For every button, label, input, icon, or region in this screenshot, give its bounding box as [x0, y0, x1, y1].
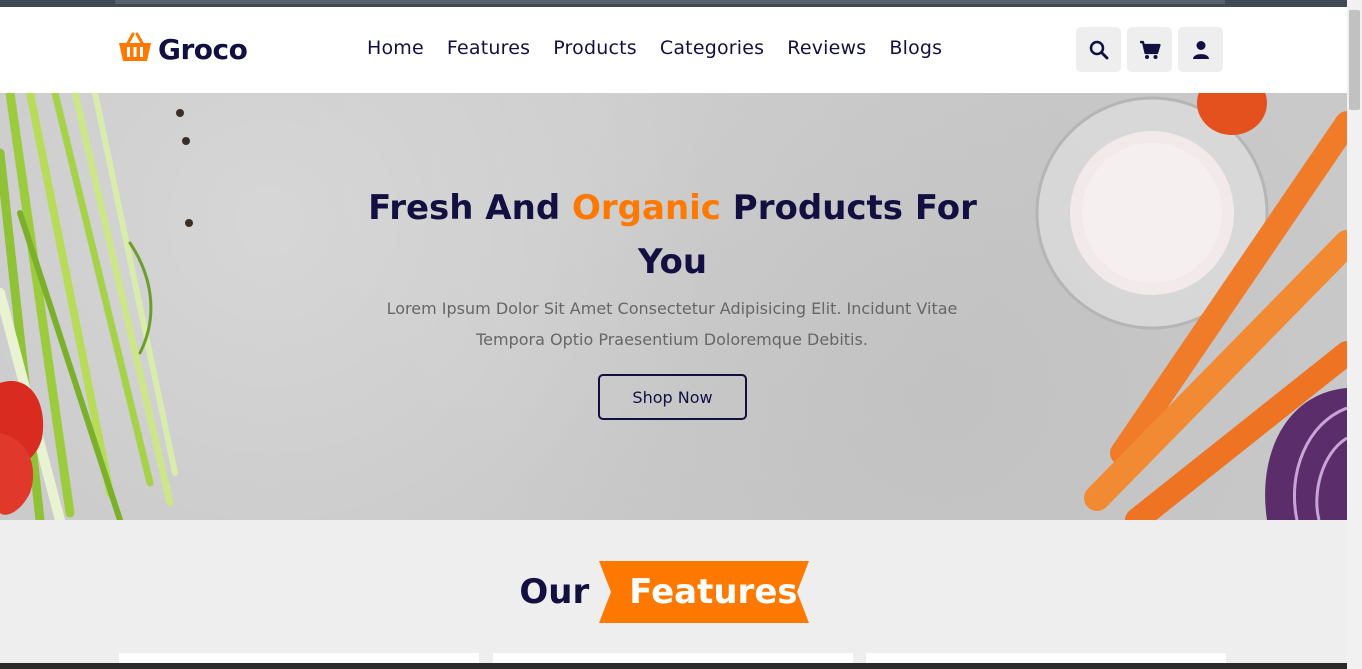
green-onion-image — [0, 93, 193, 520]
basket-icon — [118, 31, 152, 67]
nav-categories[interactable]: Categories — [660, 37, 764, 59]
header-icons — [1076, 27, 1223, 72]
cart-button[interactable] — [1127, 27, 1172, 72]
shop-now-button[interactable]: Shop Now — [598, 374, 747, 420]
nav-reviews[interactable]: Reviews — [787, 37, 866, 59]
search-icon — [1089, 40, 1108, 59]
brand-name: Groco — [158, 32, 248, 66]
hero-subtitle: Lorem Ipsum Dolor Sit Amet Consectetur A… — [386, 299, 958, 349]
cart-icon — [1139, 40, 1161, 59]
features-ribbon: Features — [599, 561, 827, 623]
search-button[interactable] — [1076, 27, 1121, 72]
logo[interactable]: Groco — [118, 29, 248, 69]
site-header: Groco Home Features Products Categories … — [0, 7, 1347, 93]
browser-top-strip — [0, 0, 1362, 7]
page-scrollbar[interactable] — [1347, 0, 1362, 669]
taskbar-strip — [0, 663, 1347, 669]
features-heading-plain: Our — [519, 572, 590, 612]
user-button[interactable] — [1178, 27, 1223, 72]
carrots-and-salt-image — [1035, 93, 1347, 520]
scrollbar-thumb[interactable] — [1349, 10, 1360, 110]
user-icon — [1192, 40, 1209, 59]
features-heading: Our Features — [0, 560, 1347, 624]
nav-home[interactable]: Home — [367, 37, 424, 59]
nav-features[interactable]: Features — [447, 37, 530, 59]
nav-blogs[interactable]: Blogs — [889, 37, 942, 59]
nav-products[interactable]: Products — [553, 37, 637, 59]
features-heading-accent: Features — [629, 572, 798, 612]
hero-banner: Fresh And Organic Products For You Lorem… — [0, 93, 1347, 520]
main-nav: Home Features Products Categories Review… — [367, 37, 942, 59]
hero-title: Fresh And Organic Products For You — [368, 188, 977, 282]
